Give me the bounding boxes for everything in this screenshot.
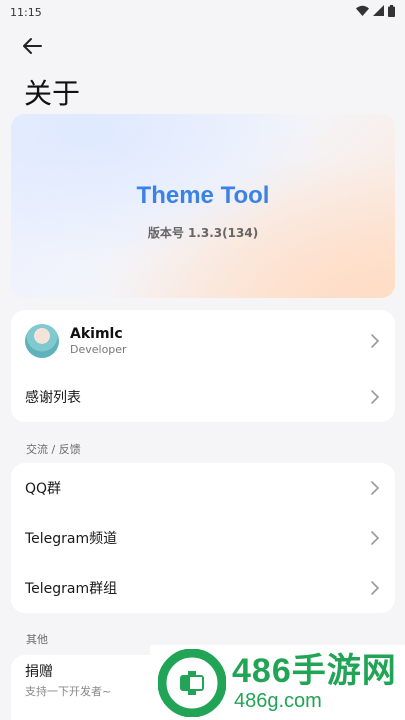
qq-group-row[interactable]: QQ群 [11,463,395,513]
chevron-right-icon [369,580,381,596]
developer-role: Developer [70,343,127,356]
section-header-feedback: 交流 / 反馈 [26,443,81,456]
chevron-right-icon [369,333,381,349]
telegram-channel-label: Telegram频道 [25,531,118,547]
wifi-icon [356,5,369,19]
donate-title: 捐赠 [25,664,53,680]
thanks-list-label: 感谢列表 [25,390,81,406]
back-button[interactable] [18,36,46,60]
arrow-left-icon [21,37,43,59]
status-icons [356,4,395,20]
status-time: 11:15 [10,5,42,19]
avatar [25,324,59,358]
app-hero-banner: Theme Tool 版本号 1.3.3(134) [11,114,395,298]
watermark-title: 486手游网 [232,651,397,690]
developer-card: Akimlc Developer 感谢列表 [11,310,395,422]
section-header-other: 其他 [26,633,48,646]
donate-subtitle: 支持一下开发者~ [25,685,112,698]
telegram-channel-row[interactable]: Telegram频道 [11,513,395,563]
page-title: 关于 [24,77,81,110]
developer-name: Akimlc [70,326,123,342]
qq-group-label: QQ群 [25,481,62,497]
app-version: 版本号 1.3.3(134) [147,225,259,240]
chevron-right-icon [369,480,381,496]
battery-icon [388,4,395,20]
watermark-url: 486g.com [234,689,322,712]
thanks-list-row[interactable]: 感谢列表 [11,372,395,422]
telegram-group-label: Telegram群组 [25,581,118,597]
watermark-logo-icon [157,648,227,717]
watermark-overlay: 486手游网 486g.com [150,645,405,720]
signal-icon [373,5,384,19]
status-bar: 11:15 [0,0,405,24]
developer-row[interactable]: Akimlc Developer [11,310,395,372]
chevron-right-icon [369,389,381,405]
chevron-right-icon [369,530,381,546]
telegram-group-row[interactable]: Telegram群组 [11,563,395,613]
feedback-card: QQ群 Telegram频道 Telegram群组 [11,463,395,613]
app-name: Theme Tool [136,181,270,209]
